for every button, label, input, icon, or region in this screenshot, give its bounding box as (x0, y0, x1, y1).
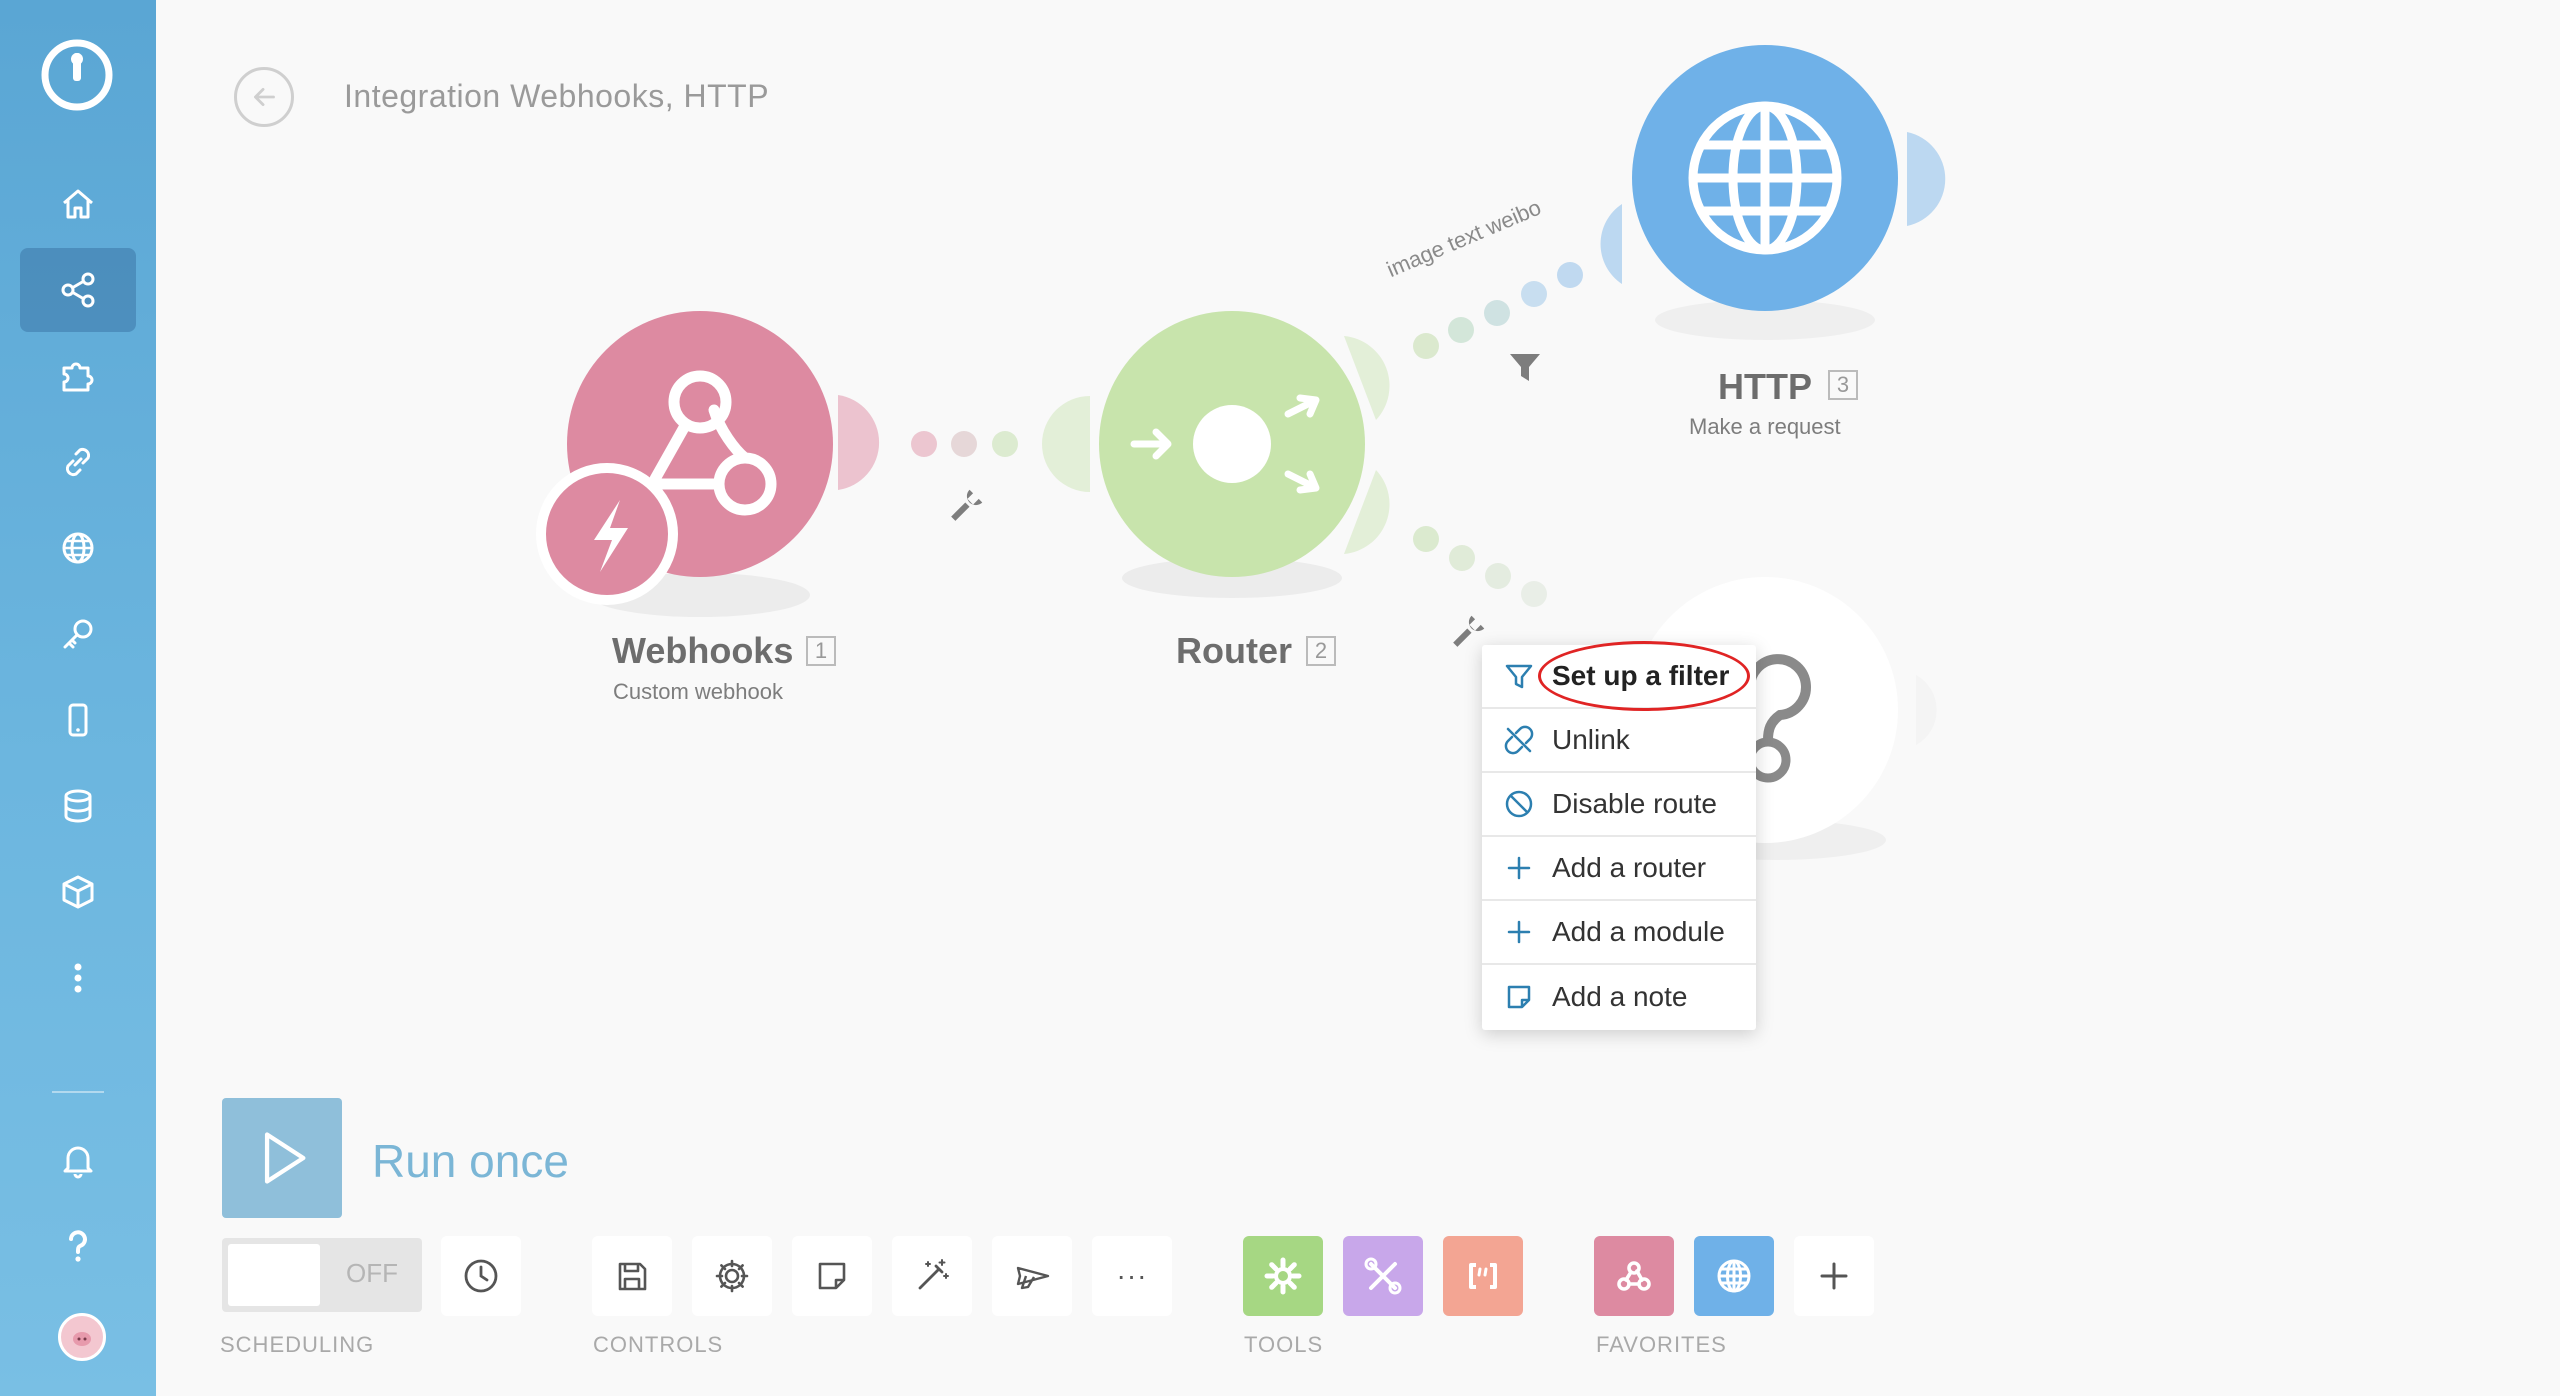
highlight-annotation (1538, 641, 1750, 711)
http-module (1632, 45, 1898, 311)
tools-button[interactable] (1343, 1236, 1423, 1316)
brackets-icon (1469, 1263, 1497, 1289)
route-settings-wrench-icon (951, 489, 983, 521)
note-icon (818, 1262, 846, 1290)
play-icon (264, 1132, 306, 1184)
scheduling-toggle[interactable]: OFF (222, 1238, 422, 1312)
menu-item-add-module[interactable]: Add a module (1482, 901, 1756, 965)
filter-icon (1502, 659, 1536, 693)
add-favorite-button[interactable] (1794, 1236, 1874, 1316)
explain-flow-button[interactable] (992, 1236, 1072, 1316)
wrench-screwdriver-icon (1364, 1257, 1402, 1295)
tools-label: TOOLS (1244, 1332, 1324, 1357)
menu-item-label: Add a router (1552, 852, 1707, 883)
http-module-name: HTTP (1718, 366, 1812, 407)
scheduling-label: SCHEDULING (220, 1332, 375, 1357)
controls-label: CONTROLS (593, 1332, 724, 1357)
unlink-icon (1502, 723, 1536, 757)
globe-icon (1717, 1259, 1751, 1293)
run-once-button[interactable] (222, 1098, 342, 1218)
webhooks-module-subtitle: Custom webhook (613, 679, 783, 704)
airplane-icon (1016, 1266, 1050, 1290)
webhooks-module-name: Webhooks (612, 630, 794, 671)
router-module-name: Router (1176, 630, 1292, 671)
schedule-settings-button[interactable] (441, 1236, 521, 1316)
favorite-webhooks-button[interactable] (1594, 1236, 1674, 1316)
plus-icon (1502, 915, 1536, 949)
http-module-subtitle: Make a request (1689, 414, 1841, 439)
menu-item-add-note[interactable]: Add a note (1482, 965, 1756, 1029)
save-icon (618, 1262, 647, 1291)
webhooks-output-connector (838, 395, 880, 490)
menu-item-label: Add a module (1552, 916, 1725, 947)
toggle-state-label: OFF (346, 1258, 398, 1288)
plus-icon (1502, 851, 1536, 885)
menu-item-disable-route[interactable]: Disable route (1482, 773, 1756, 837)
scenario-settings-button[interactable] (692, 1236, 772, 1316)
clock-icon (464, 1259, 498, 1293)
auto-align-button[interactable] (892, 1236, 972, 1316)
note-icon (1502, 980, 1536, 1014)
gear-icon (715, 1259, 749, 1293)
webhook-icon (1617, 1261, 1651, 1291)
notes-button[interactable] (792, 1236, 872, 1316)
plus-icon (1820, 1262, 1848, 1290)
menu-item-add-router[interactable]: Add a router (1482, 837, 1756, 901)
toggle-knob (228, 1244, 320, 1306)
webhooks-module-number: 1 (806, 636, 836, 666)
menu-item-label: Add a note (1552, 981, 1688, 1012)
menu-item-label: Disable route (1552, 788, 1717, 819)
favorites-label: FAVORITES (1596, 1332, 1727, 1357)
save-button[interactable] (592, 1236, 672, 1316)
menu-item-unlink[interactable]: Unlink (1482, 709, 1756, 773)
favorite-http-button[interactable] (1694, 1236, 1774, 1316)
gear-icon (1264, 1257, 1302, 1295)
disable-icon (1502, 787, 1536, 821)
lower-route-wrench-icon (1453, 615, 1485, 647)
tools-flow-control-button[interactable] (1243, 1236, 1323, 1316)
router-module (1099, 311, 1365, 577)
more-controls-button[interactable]: ··· (1092, 1236, 1172, 1316)
webhooks-module (536, 311, 833, 605)
magic-wand-icon (918, 1259, 949, 1290)
http-module-number: 3 (1828, 370, 1858, 400)
run-once-label[interactable]: Run once (372, 1134, 569, 1188)
route-filter-icon (1510, 354, 1540, 381)
menu-item-label: Unlink (1552, 724, 1630, 755)
text-parser-button[interactable] (1443, 1236, 1523, 1316)
router-module-number: 2 (1306, 636, 1336, 666)
